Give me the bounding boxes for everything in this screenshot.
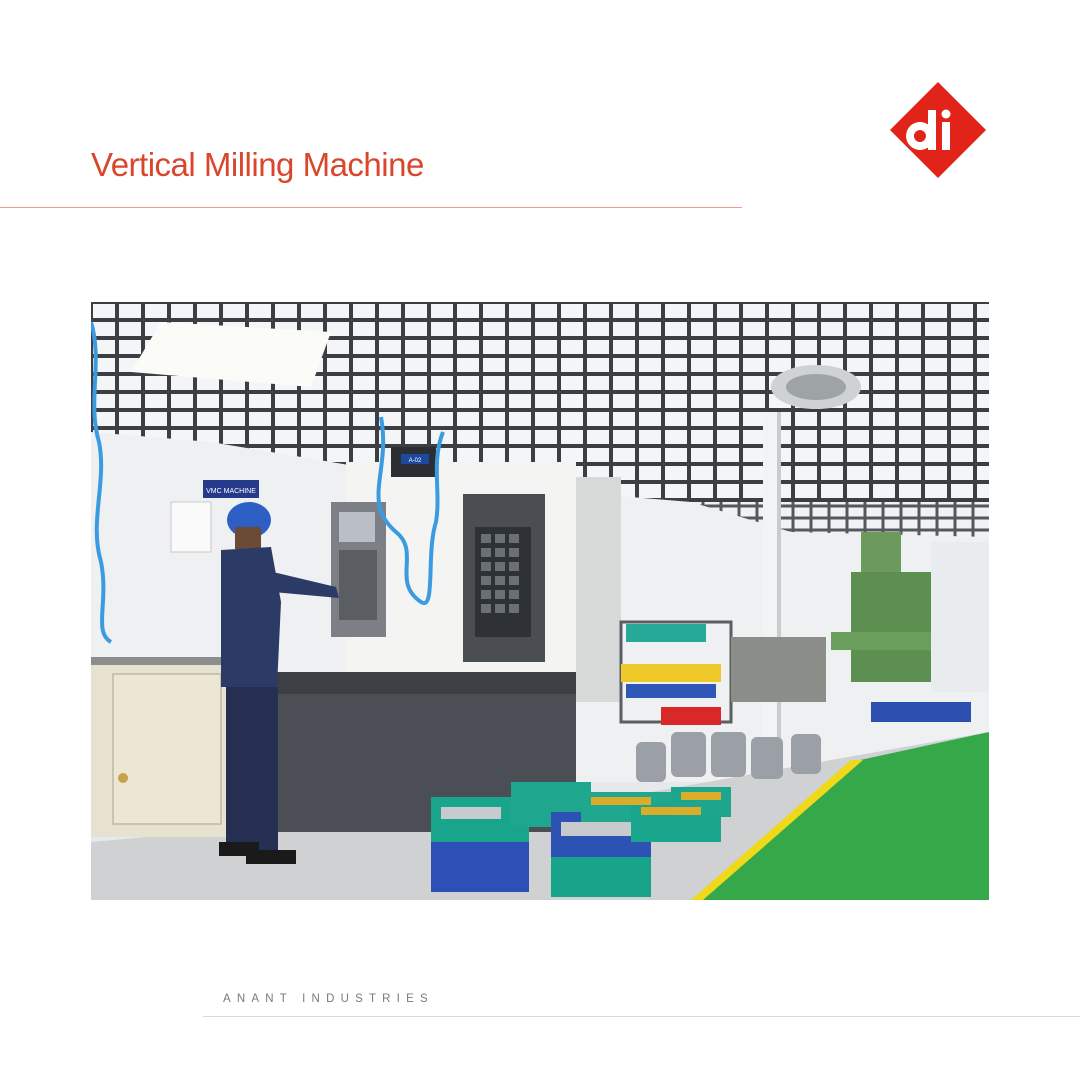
footer-divider: [203, 1016, 1080, 1017]
logo-diamond: [890, 82, 986, 178]
vmc-sign-text: VMC MACHINE: [206, 488, 256, 495]
machine-tag-text: A-02: [409, 458, 422, 464]
page-title: Vertical Milling Machine: [91, 146, 424, 183]
diamond-logo-icon: [890, 82, 986, 178]
photo-illustration: VMC MACHINE A-02: [91, 302, 989, 900]
title-divider: [0, 207, 742, 208]
company-name: ANANT INDUSTRIES: [223, 993, 434, 1005]
factory-floor-photo: VMC MACHINE A-02: [91, 302, 989, 900]
